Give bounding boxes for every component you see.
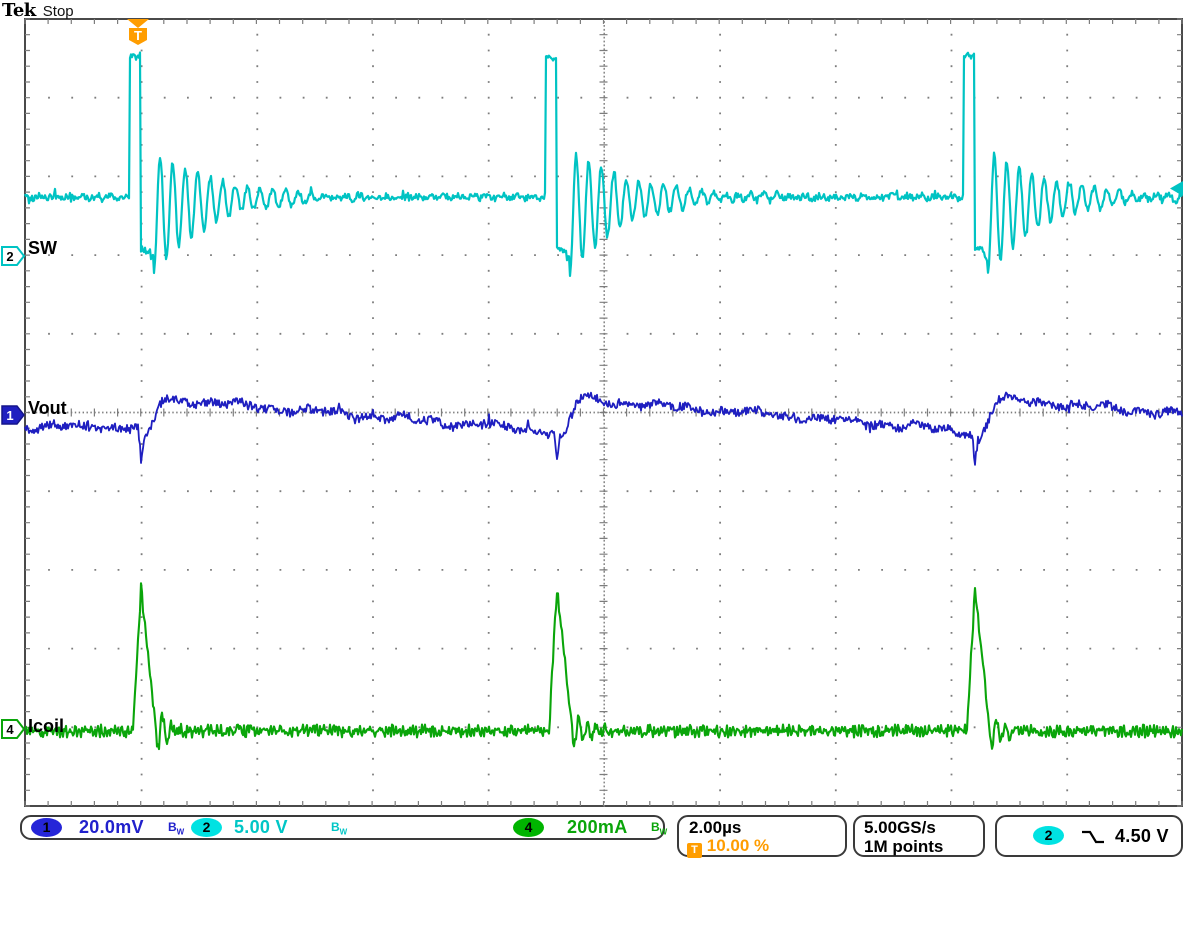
falling-edge-icon xyxy=(1081,829,1105,845)
ch1-ground-marker: 1 xyxy=(1,405,26,426)
trigger-position-icon: T xyxy=(687,843,702,858)
ch2-ground-marker: 2 xyxy=(1,246,26,267)
trigger-box: 2 4.50 V xyxy=(995,815,1183,857)
acquisition-box: 5.00GS/s 1M points xyxy=(853,815,985,857)
waveform-display xyxy=(0,0,1187,870)
ch2-waveform xyxy=(25,53,1182,276)
header: Tek Stop xyxy=(2,0,80,18)
ch1-label: Vout xyxy=(28,398,67,419)
trigger-level-arrow-icon xyxy=(1170,181,1184,197)
ch2-label: SW xyxy=(28,238,57,259)
ch4-label: Icoil xyxy=(28,716,64,737)
timebase-box: 2.00µs T 10.00 % xyxy=(677,815,847,857)
ch2-scale-readout: 5.00 V xyxy=(234,817,288,838)
svg-text:2: 2 xyxy=(6,249,13,264)
trigger-position-value: 10.00 % xyxy=(707,836,769,855)
ch2-badge: 2 xyxy=(191,818,222,837)
ch4-ground-marker: 4 xyxy=(1,719,26,740)
ch1-bandwidth-icon: BW xyxy=(168,820,184,836)
channel-readouts-box: 1 20.0mV BW 2 5.00 V BW 4 200mA BW xyxy=(20,815,665,840)
record-length: 1M points xyxy=(864,837,943,857)
sample-rate: 5.00GS/s xyxy=(864,818,936,838)
graticule-ticks xyxy=(25,19,1182,806)
trigger-t-letter: T xyxy=(134,28,142,43)
tek-logo: Tek xyxy=(2,0,36,21)
trigger-level-value: 4.50 V xyxy=(1115,826,1169,847)
acquisition-status: Stop xyxy=(43,3,74,20)
trigger-source-badge: 2 xyxy=(1033,826,1064,845)
ch1-scale-readout: 20.0mV xyxy=(79,817,144,838)
ch4-scale-readout: 200mA xyxy=(567,817,628,838)
ch1-badge: 1 xyxy=(31,818,62,837)
svg-text:1: 1 xyxy=(6,408,13,423)
ch4-bandwidth-icon: BW xyxy=(651,820,667,836)
trigger-position-marker: T xyxy=(126,18,150,46)
trigger-triangle-icon xyxy=(127,19,149,28)
trigger-position-readout: T 10.00 % xyxy=(687,836,769,858)
ch2-bandwidth-icon: BW xyxy=(331,820,347,836)
svg-text:4: 4 xyxy=(6,722,14,737)
timebase-value: 2.00µs xyxy=(689,818,741,838)
oscilloscope-screen: Tek Stop T 2 1 4 SW Vout Icoil 1 20.0mV B… xyxy=(0,0,1187,931)
ch4-badge: 4 xyxy=(513,818,544,837)
